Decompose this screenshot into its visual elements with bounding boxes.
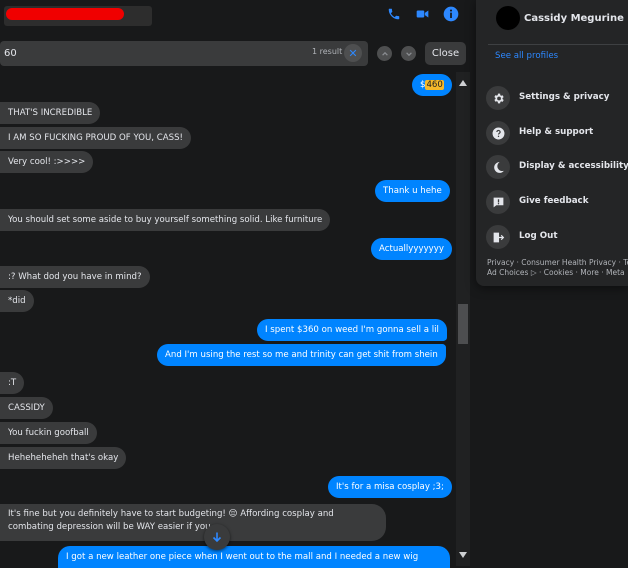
message-bubble-received[interactable]: :? What dod you have in mind?	[0, 266, 150, 288]
video-call-icon[interactable]	[412, 4, 432, 24]
message-bubble-sent[interactable]: $460	[412, 74, 452, 96]
search-result-count: 1 result	[312, 47, 343, 56]
moon-icon	[486, 155, 510, 179]
footer-links[interactable]: Privacy · Consumer Health Privacy · Te	[487, 258, 628, 267]
message-bubble-received[interactable]: :T	[0, 372, 25, 394]
footer-links[interactable]: Ad Choices ▷ · Cookies · More · Meta	[487, 268, 625, 277]
chevron-down-icon	[405, 51, 412, 56]
phone-call-icon[interactable]	[384, 4, 404, 24]
menu-item-label: Settings & privacy	[519, 92, 610, 102]
see-all-profiles-link[interactable]: See all profiles	[495, 51, 558, 61]
message-bubble-received[interactable]: THAT'S INCREDIBLE	[0, 102, 101, 124]
feedback-icon	[486, 190, 510, 214]
chevron-up-icon	[381, 51, 388, 56]
message-bubble-received[interactable]: You fuckin goofball	[0, 422, 97, 444]
gear-icon	[486, 86, 510, 110]
message-bubble-sent[interactable]: Actuallyyyyyyy	[371, 238, 452, 260]
message-bubble-sent[interactable]: Thank u hehe	[375, 180, 450, 202]
message-bubble-received[interactable]: *did	[0, 290, 34, 312]
scrollbar-thumb[interactable]	[458, 304, 468, 344]
menu-item-label: Help & support	[519, 127, 594, 137]
message-bubble-received[interactable]: It's fine but you definitely have to sta…	[0, 504, 386, 541]
menu-item-display-accessibility[interactable]: Display & accessibility	[486, 155, 628, 181]
menu-item-label: Log Out	[519, 231, 558, 241]
scroll-to-bottom-button[interactable]	[204, 524, 230, 550]
avatar[interactable]	[496, 6, 520, 30]
search-match-highlight: 460	[425, 80, 444, 90]
question-icon	[486, 121, 510, 145]
message-bubble-sent[interactable]: And I'm using the rest so me and trinity…	[157, 344, 446, 366]
chat-header	[0, 0, 470, 36]
message-scrollbar[interactable]	[456, 72, 470, 566]
profile-name[interactable]: Cassidy Megurine	[524, 13, 624, 24]
arrow-down-icon	[212, 532, 222, 543]
message-bubble-received[interactable]: Heheheheheh that's okay	[0, 447, 127, 469]
next-result-button[interactable]	[401, 46, 416, 61]
redaction-mark	[6, 8, 124, 20]
menu-item-label: Display & accessibility	[519, 161, 628, 171]
divider	[488, 44, 628, 45]
menu-item-log-out[interactable]: Log Out	[486, 225, 628, 251]
close-search-button[interactable]: Close	[425, 42, 466, 65]
scroll-up-arrow-icon[interactable]	[458, 78, 468, 88]
close-icon: ✕	[348, 46, 358, 60]
account-menu-panel: Cassidy Megurine See all profiles Settin…	[476, 0, 628, 286]
logout-icon	[486, 225, 510, 249]
scroll-down-arrow-icon[interactable]	[458, 550, 468, 560]
menu-item-settings-privacy[interactable]: Settings & privacy	[486, 86, 628, 112]
message-bubble-received[interactable]: You should set some aside to buy yoursel…	[0, 209, 331, 231]
conversation-search-bar: 1 result ✕ Close	[0, 39, 470, 69]
message-bubble-sent[interactable]: It's for a misa cosplay ;3;	[328, 476, 452, 498]
message-bubble-received[interactable]: I AM SO FUCKING PROUD OF YOU, CASS!	[0, 127, 191, 149]
menu-item-give-feedback[interactable]: Give feedback	[486, 190, 628, 216]
previous-result-button[interactable]	[377, 46, 392, 61]
info-icon[interactable]	[441, 4, 461, 24]
message-bubble-sent[interactable]: I got a new leather one piece when I wen…	[58, 546, 450, 568]
message-bubble-received[interactable]: Very cool! :>>>>	[0, 151, 94, 173]
message-bubble-received[interactable]: CASSIDY	[0, 397, 53, 419]
menu-item-help-support[interactable]: Help & support	[486, 121, 628, 147]
message-bubble-sent[interactable]: I spent $360 on weed I'm gonna sell a li…	[257, 319, 447, 341]
clear-search-button[interactable]: ✕	[344, 44, 362, 62]
menu-item-label: Give feedback	[519, 196, 589, 206]
